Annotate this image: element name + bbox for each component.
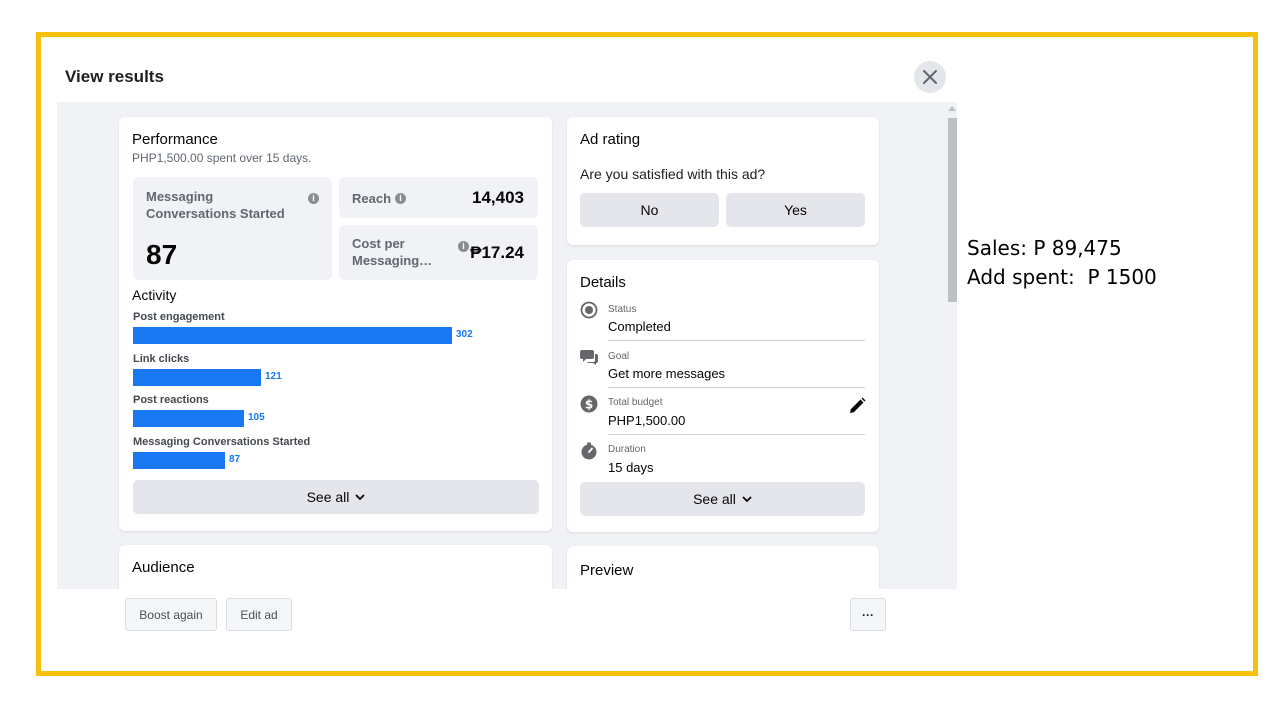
audience-card: Audience <box>119 545 552 589</box>
status-label: Status <box>608 304 637 315</box>
svg-text:$: $ <box>585 398 593 412</box>
spent-mid: spent over <box>203 151 267 165</box>
spent-amount: PHP1,500.00 <box>132 151 204 165</box>
activity-bar <box>133 410 244 427</box>
rating-yes-button[interactable]: Yes <box>726 193 865 227</box>
chat-bubbles-icon <box>580 350 598 365</box>
reach-metric: Reach i 14,403 <box>339 177 538 218</box>
scrollbar-thumb[interactable] <box>948 118 957 302</box>
rating-no-button[interactable]: No <box>580 193 719 227</box>
activity-title: Activity <box>132 287 177 303</box>
ad-spent-note: Add spent: P 1500 <box>967 265 1157 289</box>
divider <box>608 434 865 435</box>
dollar-icon: $ <box>580 395 598 413</box>
close-icon <box>923 70 937 84</box>
info-icon[interactable]: i <box>395 193 406 204</box>
divider <box>608 387 865 388</box>
activity-bar <box>133 452 225 469</box>
sales-note: Sales: P 89,475 <box>967 236 1122 260</box>
messaging-metric-label: Messaging Conversations Started <box>146 189 285 221</box>
preview-title: Preview <box>580 562 634 579</box>
chevron-down-icon <box>742 495 752 502</box>
budget-value: PHP1,500.00 <box>608 413 686 428</box>
activity-label: Messaging Conversations Started <box>133 436 311 448</box>
cost-metric: Cost per Messaging… i ₱17.24 <box>339 225 538 280</box>
activity-value: 121 <box>265 371 282 382</box>
activity-label: Post engagement <box>133 311 225 323</box>
reach-metric-label: Reach <box>352 191 392 206</box>
budget-label: Total budget <box>608 397 663 408</box>
pencil-edit-icon[interactable] <box>848 397 866 415</box>
messaging-metric-value: 87 <box>146 239 178 270</box>
audience-title: Audience <box>132 559 195 576</box>
performance-subtitle: PHP1,500.00 spent over 15 days. <box>132 151 311 165</box>
info-icon[interactable]: i <box>458 241 469 252</box>
goal-value: Get more messages <box>608 366 726 381</box>
performance-title: Performance <box>132 131 218 148</box>
details-title: Details <box>580 274 626 291</box>
scroll-up-icon[interactable] <box>948 106 956 111</box>
preview-card: Preview <box>567 546 879 589</box>
spent-days: 15 days. <box>266 151 312 165</box>
duration-value: 15 days <box>608 460 654 475</box>
results-content[interactable]: Performance PHP1,500.00 spent over 15 da… <box>57 102 957 589</box>
reach-metric-value: 14,403 <box>472 188 524 207</box>
info-icon[interactable]: i <box>308 193 319 204</box>
more-dots-icon: ··· <box>862 607 874 622</box>
activity-value: 302 <box>456 329 473 340</box>
activity-label: Link clicks <box>133 353 190 365</box>
goal-label: Goal <box>608 351 630 362</box>
divider <box>608 340 865 341</box>
cost-metric-label: Cost per Messaging… <box>352 236 433 268</box>
ad-rating-card: Ad rating Are you satisfied with this ad… <box>567 117 879 245</box>
more-options-button[interactable]: ··· <box>850 598 886 631</box>
stopwatch-icon <box>581 442 597 460</box>
edit-ad-button[interactable]: Edit ad <box>226 598 292 631</box>
close-button[interactable] <box>914 61 946 93</box>
activity-bar <box>133 327 452 344</box>
details-card: Details Status Completed Goal Get more m… <box>567 260 879 532</box>
status-value: Completed <box>608 319 671 334</box>
performance-see-all-button[interactable]: See all <box>133 480 539 514</box>
see-all-label: See all <box>693 491 736 507</box>
activity-bar <box>133 369 261 386</box>
see-all-label: See all <box>306 489 350 505</box>
messaging-metric: Messaging Conversations Started i 87 <box>133 177 332 280</box>
activity-value: 105 <box>248 412 265 423</box>
modal-title: View results <box>65 67 164 86</box>
activity-label: Post reactions <box>133 394 209 406</box>
status-radio-icon <box>580 301 598 319</box>
details-see-all-button[interactable]: See all <box>580 482 865 516</box>
ad-rating-question: Are you satisfied with this ad? <box>580 166 766 182</box>
chevron-down-icon <box>355 493 366 500</box>
boost-again-button[interactable]: Boost again <box>125 598 217 631</box>
performance-card: Performance PHP1,500.00 spent over 15 da… <box>119 117 552 531</box>
cost-metric-value: ₱17.24 <box>470 243 524 262</box>
duration-label: Duration <box>608 444 646 455</box>
ad-rating-title: Ad rating <box>580 131 641 148</box>
activity-value: 87 <box>229 454 241 465</box>
